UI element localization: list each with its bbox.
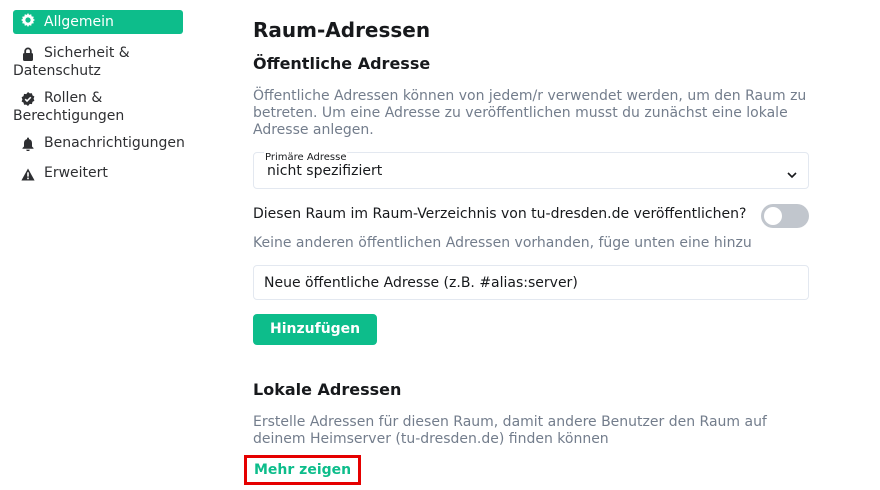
no-other-addresses-note: Keine anderen öffentlichen Adressen vorh… [253,235,752,251]
sidebar-item-label: Benachrichtigungen [44,135,185,151]
show-more-highlight: Mehr zeigen [244,455,362,485]
sidebar-item-notifications[interactable]: Benachrichtigungen [13,134,185,152]
new-public-address-input[interactable] [254,266,808,299]
local-addresses-heading: Lokale Adressen [253,380,402,399]
show-more-link[interactable]: Mehr zeigen [254,458,351,482]
badge-check-icon [21,92,35,106]
sidebar-item-roles[interactable]: Rollen & Berechtigungen [13,89,183,125]
sidebar-item-label: Erweitert [44,165,108,181]
public-address-description: Öffentliche Adressen können von jedem/r … [253,88,807,138]
add-address-button[interactable]: Hinzufügen [253,314,378,345]
sidebar-item-label: Sicherheit & Datenschutz [13,45,130,79]
publish-directory-row: Diesen Raum im Raum-Verzeichnis von tu-d… [253,204,809,228]
page-title: Raum-Adressen [253,18,431,42]
sidebar-item-general[interactable]: Allgemein [13,10,183,34]
primary-address-select[interactable]: Primäre Adresse nicht spezifiziert [253,152,809,189]
sidebar-item-advanced[interactable]: Erweitert [13,164,183,182]
sidebar-item-security[interactable]: Sicherheit & Datenschutz [13,44,183,80]
lock-icon [21,47,35,61]
sidebar-item-label: Rollen & Berechtigungen [13,90,125,124]
warning-icon [21,167,35,181]
gear-icon [21,13,35,27]
primary-address-value: nicht spezifiziert [267,163,383,179]
toggle-knob [764,207,782,225]
publish-directory-toggle[interactable] [761,204,809,228]
bell-icon [21,137,35,151]
public-address-heading: Öffentliche Adresse [253,54,431,73]
sidebar-item-label: Allgemein [44,14,114,30]
new-public-address-field[interactable] [253,265,809,300]
chevron-down-icon [786,166,798,179]
publish-directory-label: Diesen Raum im Raum-Verzeichnis von tu-d… [253,206,747,222]
local-addresses-description: Erstelle Adressen für diesen Raum, damit… [253,414,767,447]
